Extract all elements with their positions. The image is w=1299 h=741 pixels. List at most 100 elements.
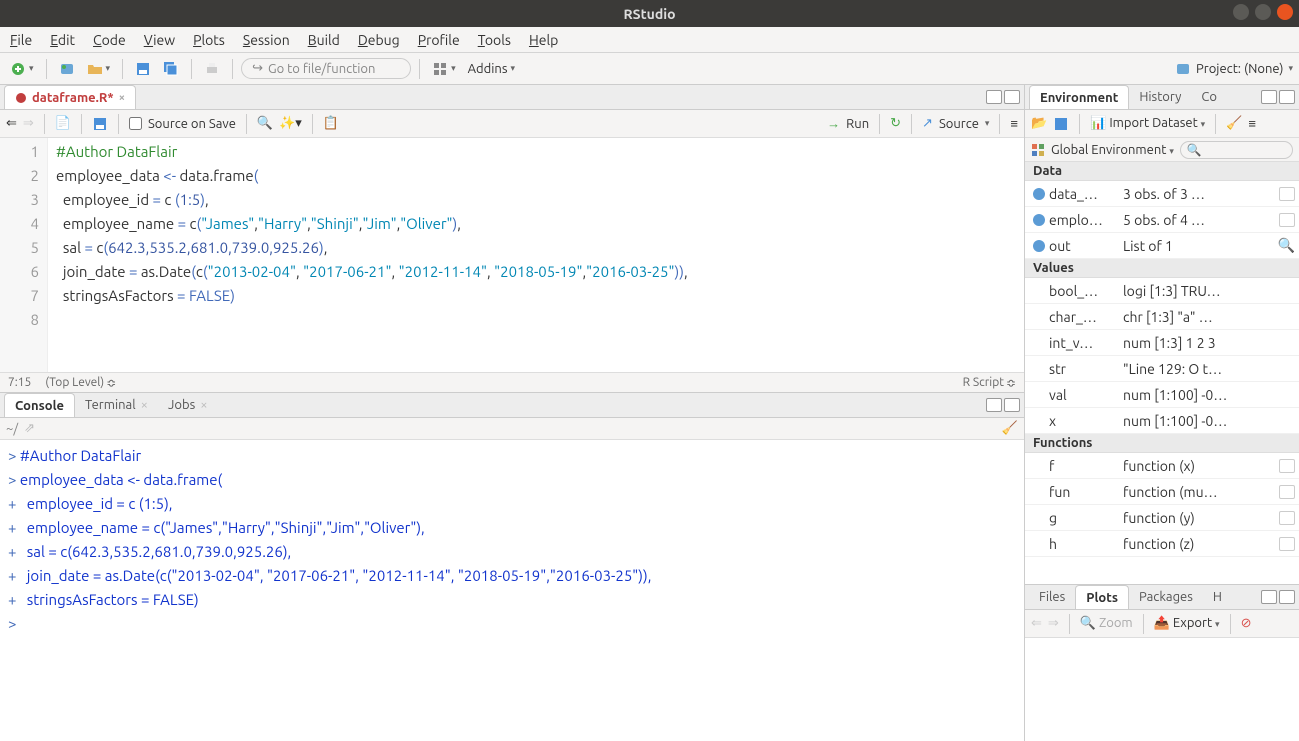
code-area[interactable]: #Author DataFlair employee_data <- data.… — [48, 138, 1024, 372]
menu-edit[interactable]: Edit — [50, 32, 75, 48]
wand-icon[interactable]: ✨▾ — [279, 116, 302, 131]
window-title: RStudio — [623, 6, 675, 22]
clear-console-icon[interactable]: 🧹 — [1002, 421, 1018, 436]
menu-code[interactable]: Code — [93, 32, 126, 48]
menu-tools[interactable]: Tools — [478, 32, 511, 48]
list-view-icon[interactable]: ≡ — [1248, 116, 1256, 131]
tab-help[interactable]: H — [1203, 585, 1232, 609]
menu-help[interactable]: Help — [529, 32, 558, 48]
env-row[interactable]: str"Line 129: O t… — [1025, 356, 1299, 382]
minimize-pane-icon[interactable] — [986, 398, 1002, 412]
tab-packages[interactable]: Packages — [1129, 585, 1203, 609]
minimize-pane-icon[interactable] — [986, 90, 1002, 104]
maximize-pane-icon[interactable] — [1004, 90, 1020, 104]
save-all-button[interactable] — [159, 57, 183, 81]
env-list[interactable]: Datadata_…3 obs. of 3 …emplo…5 obs. of 4… — [1025, 162, 1299, 584]
addins-button[interactable]: Addins ▾ — [464, 57, 519, 81]
minimize-pane-icon[interactable] — [1261, 590, 1277, 604]
tab-connections[interactable]: Co — [1191, 85, 1227, 109]
save-button[interactable] — [131, 57, 155, 81]
env-row[interactable]: char_…chr [1:3] "a" … — [1025, 304, 1299, 330]
minimize-pane-icon[interactable] — [1261, 90, 1277, 104]
view-data-icon[interactable] — [1279, 459, 1295, 473]
env-search-input[interactable]: 🔍 — [1180, 141, 1293, 159]
source-toolbar: ⇐ ⇒ 📄 Source on Save 🔍 ✨▾ 📋 → Run ↻ — [0, 110, 1024, 138]
source-button[interactable]: Source — [939, 117, 979, 131]
maximize-pane-icon[interactable] — [1004, 398, 1020, 412]
save-workspace-icon[interactable] — [1053, 116, 1069, 132]
save-icon[interactable] — [92, 116, 108, 132]
menu-debug[interactable]: Debug — [358, 32, 400, 48]
clear-env-icon[interactable]: 🧹 — [1226, 116, 1242, 131]
tab-plots[interactable]: Plots — [1075, 585, 1129, 609]
prev-plot-icon[interactable]: ⇐ — [1031, 616, 1042, 631]
console-output[interactable]: > #Author DataFlair > employee_data <- d… — [0, 440, 1024, 741]
env-toolbar: 📂 📊 Import Dataset ▾ 🧹 ≡ — [1025, 110, 1299, 138]
outline-icon[interactable]: ≡ — [1010, 116, 1018, 131]
export-button[interactable]: 📤 Export ▾ — [1154, 616, 1220, 631]
tab-console[interactable]: Console — [4, 393, 75, 417]
view-data-icon[interactable] — [1279, 537, 1295, 551]
env-row[interactable]: xnum [1:100] -0… — [1025, 408, 1299, 434]
env-row[interactable]: funfunction (mu… — [1025, 479, 1299, 505]
next-plot-icon[interactable]: ⇒ — [1048, 616, 1059, 631]
tab-environment[interactable]: Environment — [1029, 85, 1129, 109]
compile-report-icon[interactable]: 📋 — [323, 116, 339, 131]
grid-button[interactable]: ▾ — [428, 57, 460, 81]
import-dataset-button[interactable]: 📊 Import Dataset ▾ — [1090, 116, 1205, 131]
env-row[interactable]: int_v…num [1:3] 1 2 3 — [1025, 330, 1299, 356]
new-project-button[interactable] — [55, 57, 79, 81]
run-button[interactable]: Run — [846, 117, 869, 131]
goto-file-input[interactable]: ↪ Go to file/function — [241, 58, 411, 79]
back-icon[interactable]: ⇐ — [6, 116, 17, 131]
maximize-pane-icon[interactable] — [1279, 590, 1295, 604]
view-data-icon[interactable] — [1279, 511, 1295, 525]
remove-plot-icon[interactable]: ⊘ — [1241, 616, 1252, 631]
env-row[interactable]: valnum [1:100] -0… — [1025, 382, 1299, 408]
close-icon[interactable] — [1277, 4, 1293, 20]
tab-files[interactable]: Files — [1029, 585, 1075, 609]
menu-session[interactable]: Session — [243, 32, 290, 48]
env-row[interactable]: hfunction (z) — [1025, 531, 1299, 557]
show-in-new-window-icon[interactable]: 📄 — [55, 116, 71, 131]
env-row[interactable]: gfunction (y) — [1025, 505, 1299, 531]
find-icon[interactable]: 🔍 — [257, 116, 273, 131]
source-on-save-checkbox[interactable] — [129, 117, 142, 130]
source-editor[interactable]: 12345678 #Author DataFlair employee_data… — [0, 138, 1024, 372]
new-file-button[interactable]: ▾ — [6, 57, 38, 81]
menu-build[interactable]: Build — [308, 32, 340, 48]
zoom-button[interactable]: 🔍 Zoom — [1080, 616, 1133, 631]
source-tab[interactable]: dataframe.R* × — [4, 85, 136, 109]
close-tab-icon[interactable]: × — [119, 92, 125, 104]
forward-icon[interactable]: ⇒ — [23, 116, 34, 131]
load-workspace-icon[interactable]: 📂 — [1031, 116, 1047, 131]
project-selector[interactable]: Project: (None) ▾ — [1175, 61, 1293, 77]
view-data-icon[interactable] — [1279, 213, 1295, 227]
env-scope-bar: Global Environment ▾ 🔍 — [1025, 138, 1299, 162]
env-row[interactable]: data_…3 obs. of 3 … — [1025, 181, 1299, 207]
maximize-icon[interactable] — [1255, 4, 1271, 20]
rerun-icon[interactable]: ↻ — [890, 116, 901, 131]
env-row[interactable]: emplo…5 obs. of 4 … — [1025, 207, 1299, 233]
minimize-icon[interactable] — [1233, 4, 1249, 20]
open-file-button[interactable]: ▾ — [83, 57, 115, 81]
menu-file[interactable]: File — [10, 32, 32, 48]
window-titlebar: RStudio — [0, 0, 1299, 27]
env-section-header: Values — [1025, 259, 1299, 278]
view-data-icon[interactable] — [1279, 485, 1295, 499]
maximize-pane-icon[interactable] — [1279, 90, 1295, 104]
inspect-icon[interactable]: 🔍 — [1278, 237, 1295, 254]
scope-selector[interactable]: Global Environment ▾ — [1051, 143, 1174, 157]
env-row[interactable]: outList of 1🔍 — [1025, 233, 1299, 259]
tab-history[interactable]: History — [1129, 85, 1191, 109]
menu-view[interactable]: View — [144, 32, 175, 48]
view-data-icon[interactable] — [1279, 187, 1295, 201]
console-path-icon[interactable]: ⇗ — [24, 421, 35, 436]
tab-jobs[interactable]: Jobs × — [158, 393, 218, 417]
print-button[interactable] — [200, 57, 224, 81]
menu-profile[interactable]: Profile — [418, 32, 460, 48]
env-row[interactable]: bool_…logi [1:3] TRU… — [1025, 278, 1299, 304]
env-row[interactable]: ffunction (x) — [1025, 453, 1299, 479]
tab-terminal[interactable]: Terminal × — [75, 393, 158, 417]
menu-plots[interactable]: Plots — [193, 32, 225, 48]
